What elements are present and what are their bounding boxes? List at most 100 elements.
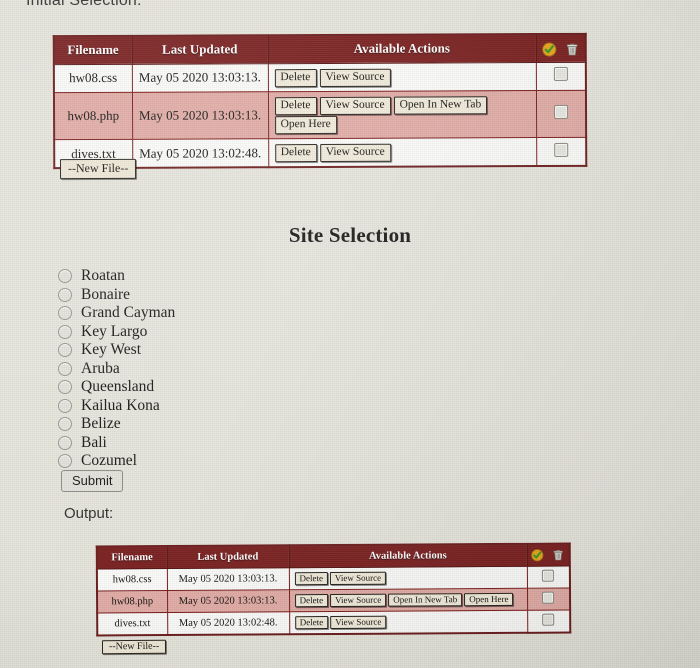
row-select-checkbox[interactable] — [553, 142, 568, 157]
new-file-container-output: --New File-- — [101, 639, 167, 655]
cell-filename: dives.txt — [97, 612, 168, 636]
site-option-row[interactable]: Bonaire — [58, 286, 378, 305]
column-header-filename: Filename — [53, 35, 132, 65]
site-option-label[interactable]: Key Largo — [81, 323, 147, 341]
action-button-view-source[interactable]: View Source — [330, 593, 387, 608]
table-row: hw08.php May 05 2020 13:03:13. Delete View … — [97, 588, 571, 613]
action-button-delete[interactable]: Delete — [274, 96, 317, 116]
cell-filename: hw08.php — [53, 92, 133, 140]
check-circle-icon[interactable] — [541, 41, 556, 57]
column-header-icons — [535, 33, 586, 63]
row-select-checkbox[interactable] — [542, 569, 555, 582]
trash-icon[interactable] — [565, 41, 580, 56]
column-header-filename: Filename — [96, 546, 167, 569]
site-option-label[interactable]: Grand Cayman — [81, 304, 175, 322]
table-row: dives.txt May 05 2020 13:02:48. Delete View… — [97, 610, 571, 636]
radio-key-west[interactable] — [58, 343, 72, 358]
action-button-view-source[interactable]: View Source — [319, 68, 391, 87]
site-option-row[interactable]: Key West — [58, 341, 378, 360]
output-label: Output: — [64, 505, 114, 522]
action-button-open-here[interactable]: Open Here — [274, 115, 337, 135]
submit-button[interactable]: Submit — [61, 470, 124, 492]
action-button-delete[interactable]: Delete — [274, 68, 317, 87]
radio-belize[interactable] — [58, 417, 72, 432]
action-button-open-here[interactable]: Open Here — [464, 592, 514, 607]
radio-aruba[interactable] — [58, 361, 72, 376]
column-header-available-actions: Available Actions — [267, 34, 536, 64]
site-option-label[interactable]: Bali — [81, 434, 107, 452]
site-option-label[interactable]: Roatan — [81, 267, 125, 285]
site-option-row[interactable]: Roatan — [58, 267, 378, 286]
radio-grand-cayman[interactable] — [58, 306, 72, 321]
radio-kailua-kona[interactable] — [58, 398, 72, 413]
action-button-delete[interactable]: Delete — [294, 593, 329, 608]
radio-queensland[interactable] — [58, 380, 72, 395]
cell-filename: hw08.css — [53, 63, 132, 93]
radio-bali[interactable] — [58, 435, 72, 450]
radio-key-largo[interactable] — [58, 324, 72, 339]
cell-actions: DeleteView SourceOpen In New TabOpen Her… — [289, 588, 528, 612]
site-option-row[interactable]: Kailua Kona — [58, 397, 378, 416]
site-option-row[interactable]: Cozumel — [58, 452, 378, 471]
action-button-view-source[interactable]: View Source — [329, 571, 387, 586]
column-header-last-updated: Last Updated — [131, 35, 268, 64]
file-table-output: Filename Last Updated Available Actions — [95, 542, 572, 637]
initial-selection-label: Initial Selection: — [26, 0, 142, 9]
header-icon-group — [531, 549, 565, 562]
row-select-checkbox[interactable] — [542, 591, 555, 604]
action-button-delete[interactable]: Delete — [294, 571, 328, 586]
action-button-view-source[interactable]: View Source — [330, 615, 387, 630]
site-selection-radio-group: Roatan Bonaire Grand Cayman Key Largo Key We… — [58, 267, 378, 471]
site-option-row[interactable]: Key Largo — [58, 323, 378, 342]
initial-file-table-container: Filename Last Updated Available Actions — [52, 32, 588, 170]
cell-filename: hw08.php — [97, 590, 168, 613]
cell-select-checkbox — [527, 610, 571, 633]
radio-bonaire[interactable] — [58, 287, 72, 302]
table-row: hw08.css May 05 2020 13:03:13. Delete View … — [53, 61, 586, 93]
column-header-icons — [526, 543, 570, 567]
trash-icon[interactable] — [552, 549, 565, 562]
site-option-label[interactable]: Bonaire — [81, 286, 130, 304]
check-circle-icon[interactable] — [531, 549, 544, 562]
column-header-last-updated: Last Updated — [166, 545, 289, 569]
cell-select-checkbox — [535, 90, 587, 138]
action-button-view-source[interactable]: View Source — [319, 96, 391, 115]
row-select-checkbox[interactable] — [553, 104, 568, 119]
new-file-container-initial: --New File-- — [59, 158, 137, 180]
site-option-row[interactable]: Grand Cayman — [58, 304, 378, 323]
new-file-button[interactable]: --New File-- — [101, 639, 167, 655]
row-select-checkbox[interactable] — [553, 67, 568, 82]
action-button-delete[interactable]: Delete — [274, 144, 317, 163]
site-option-label[interactable]: Key West — [81, 341, 141, 359]
file-table-body-output: hw08.css May 05 2020 13:03:13. Delete View … — [96, 566, 571, 636]
action-button-open-in-new-tab[interactable]: Open In New Tab — [388, 593, 463, 607]
table-row: hw08.css May 05 2020 13:03:13. Delete View … — [96, 566, 570, 591]
site-option-row[interactable]: Bali — [58, 434, 378, 453]
cell-filename: hw08.css — [96, 568, 168, 591]
row-select-checkbox[interactable] — [542, 613, 555, 626]
action-button-view-source[interactable]: View Source — [319, 143, 391, 163]
column-header-available-actions: Available Actions — [288, 543, 527, 568]
site-option-label[interactable]: Belize — [81, 415, 121, 433]
cell-select-checkbox — [526, 566, 570, 589]
site-option-label[interactable]: Aruba — [81, 360, 120, 378]
cell-last-updated: May 05 2020 13:03:13. — [166, 567, 290, 591]
table-row: hw08.php May 05 2020 13:03:13. Delete View … — [53, 90, 587, 140]
site-option-label[interactable]: Cozumel — [81, 452, 137, 470]
site-option-label[interactable]: Kailua Kona — [81, 397, 160, 415]
site-option-row[interactable]: Belize — [58, 415, 378, 434]
radio-roatan[interactable] — [58, 269, 72, 284]
new-file-button[interactable]: --New File-- — [59, 158, 137, 180]
site-option-row[interactable]: Aruba — [58, 360, 378, 379]
cell-last-updated: May 05 2020 13:03:13. — [167, 589, 290, 613]
radio-cozumel[interactable] — [58, 454, 72, 469]
cell-last-updated: May 05 2020 13:03:13. — [131, 63, 268, 93]
cell-last-updated: May 05 2020 13:03:13. — [131, 91, 269, 140]
action-button-open-in-new-tab[interactable]: Open In New Tab — [393, 96, 488, 115]
site-option-row[interactable]: Queensland — [58, 378, 378, 397]
action-button-delete[interactable]: Delete — [294, 615, 329, 630]
site-option-label[interactable]: Queensland — [81, 378, 154, 396]
table-header-row: Filename Last Updated Available Actions — [53, 33, 586, 65]
cell-select-checkbox — [535, 61, 586, 91]
file-table-body-initial: hw08.css May 05 2020 13:03:13. Delete View … — [53, 61, 587, 169]
